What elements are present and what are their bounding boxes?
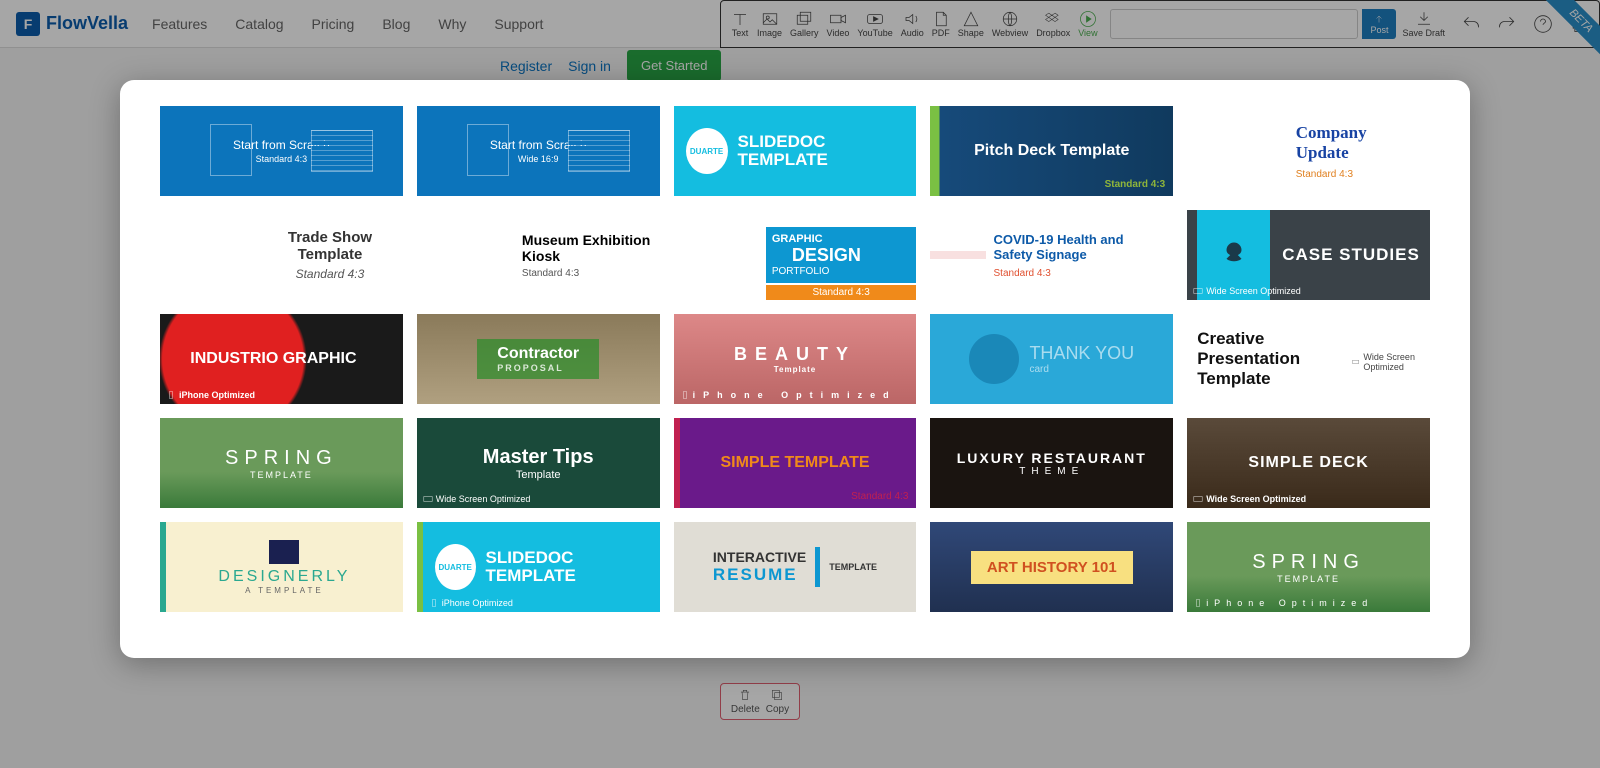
- widescreen-badge: Wide Screen Optimized: [1352, 352, 1420, 372]
- template-museum-kiosk[interactable]: Museum Exhibition Kiosk Standard 4:3: [417, 210, 660, 300]
- template-luxury-restaurant[interactable]: LUXURY RESTAURANT THEME: [930, 418, 1173, 508]
- snowglobe-icon: [969, 334, 1019, 384]
- template-master-tips[interactable]: Master Tips Template Wide Screen Optimiz…: [417, 418, 660, 508]
- widescreen-badge: Wide Screen Optimized: [1193, 494, 1306, 504]
- widescreen-badge: Wide Screen Optimized: [423, 494, 531, 504]
- template-contractor[interactable]: ContractorPROPOSAL: [417, 314, 660, 404]
- template-industrio[interactable]: INDUSTRIO GRAPHIC iPhone Optimized: [160, 314, 403, 404]
- template-art-history[interactable]: ART HISTORY 101: [930, 522, 1173, 612]
- template-beauty[interactable]: BEAUTY Template iPhone Optimized: [674, 314, 917, 404]
- iphone-badge: iPhone Optimized: [429, 598, 513, 608]
- template-case-studies[interactable]: CASE STUDIES Wide Screen Optimized: [1187, 210, 1430, 300]
- template-slidedoc-iphone[interactable]: DUARTE SLIDEDOC TEMPLATE iPhone Optimize…: [417, 522, 660, 612]
- iphone-badge: iPhone Optimized: [1193, 598, 1373, 608]
- duarte-badge-icon: DUARTE: [435, 544, 476, 590]
- iphone-badge: iPhone Optimized: [166, 390, 255, 400]
- template-thumb-icon: [930, 251, 985, 259]
- template-graphic-design[interactable]: GRAPHIC DESIGN PORTFOLIO Standard 4:3: [674, 210, 917, 300]
- square-icon: [269, 540, 299, 564]
- template-slidedoc[interactable]: DUARTE SLIDEDOC TEMPLATE: [674, 106, 917, 196]
- widescreen-badge: Wide Screen Optimized: [1193, 286, 1301, 296]
- template-picker-modal: Start from Scratch Standard 4:3 Start fr…: [120, 80, 1470, 658]
- template-simple[interactable]: SIMPLE TEMPLATE Standard 4:3: [674, 418, 917, 508]
- template-interactive-resume[interactable]: INTERACTIVERESUME TEMPLATE: [674, 522, 917, 612]
- template-company-update[interactable]: Company Update Standard 4:3: [1187, 106, 1430, 196]
- template-spring-iphone[interactable]: SPRING TEMPLATE iPhone Optimized: [1187, 522, 1430, 612]
- template-spring[interactable]: SPRING TEMPLATE: [160, 418, 403, 508]
- template-covid-signage[interactable]: COVID-19 Health and Safety Signage Stand…: [930, 210, 1173, 300]
- template-tradeshow[interactable]: Trade Show Template Standard 4:3: [160, 210, 403, 300]
- template-simple-deck[interactable]: SIMPLE DECK Wide Screen Optimized: [1187, 418, 1430, 508]
- template-creative-presentation[interactable]: Creative Presentation Template Wide Scre…: [1187, 314, 1430, 404]
- template-grid-scroll[interactable]: Start from Scratch Standard 4:3 Start fr…: [120, 80, 1470, 658]
- template-scratch-43[interactable]: Start from Scratch Standard 4:3: [160, 106, 403, 196]
- template-thank-you[interactable]: THANK YOUcard: [930, 314, 1173, 404]
- template-designerly[interactable]: DESIGNERLY A TEMPLATE: [160, 522, 403, 612]
- duarte-badge-icon: DUARTE: [686, 128, 728, 174]
- template-scratch-169[interactable]: Start from Scratch Wide 16:9: [417, 106, 660, 196]
- template-grid: Start from Scratch Standard 4:3 Start fr…: [160, 106, 1430, 612]
- template-pitch-deck[interactable]: Pitch Deck Template Standard 4:3: [930, 106, 1173, 196]
- iphone-badge: iPhone Optimized: [680, 390, 897, 400]
